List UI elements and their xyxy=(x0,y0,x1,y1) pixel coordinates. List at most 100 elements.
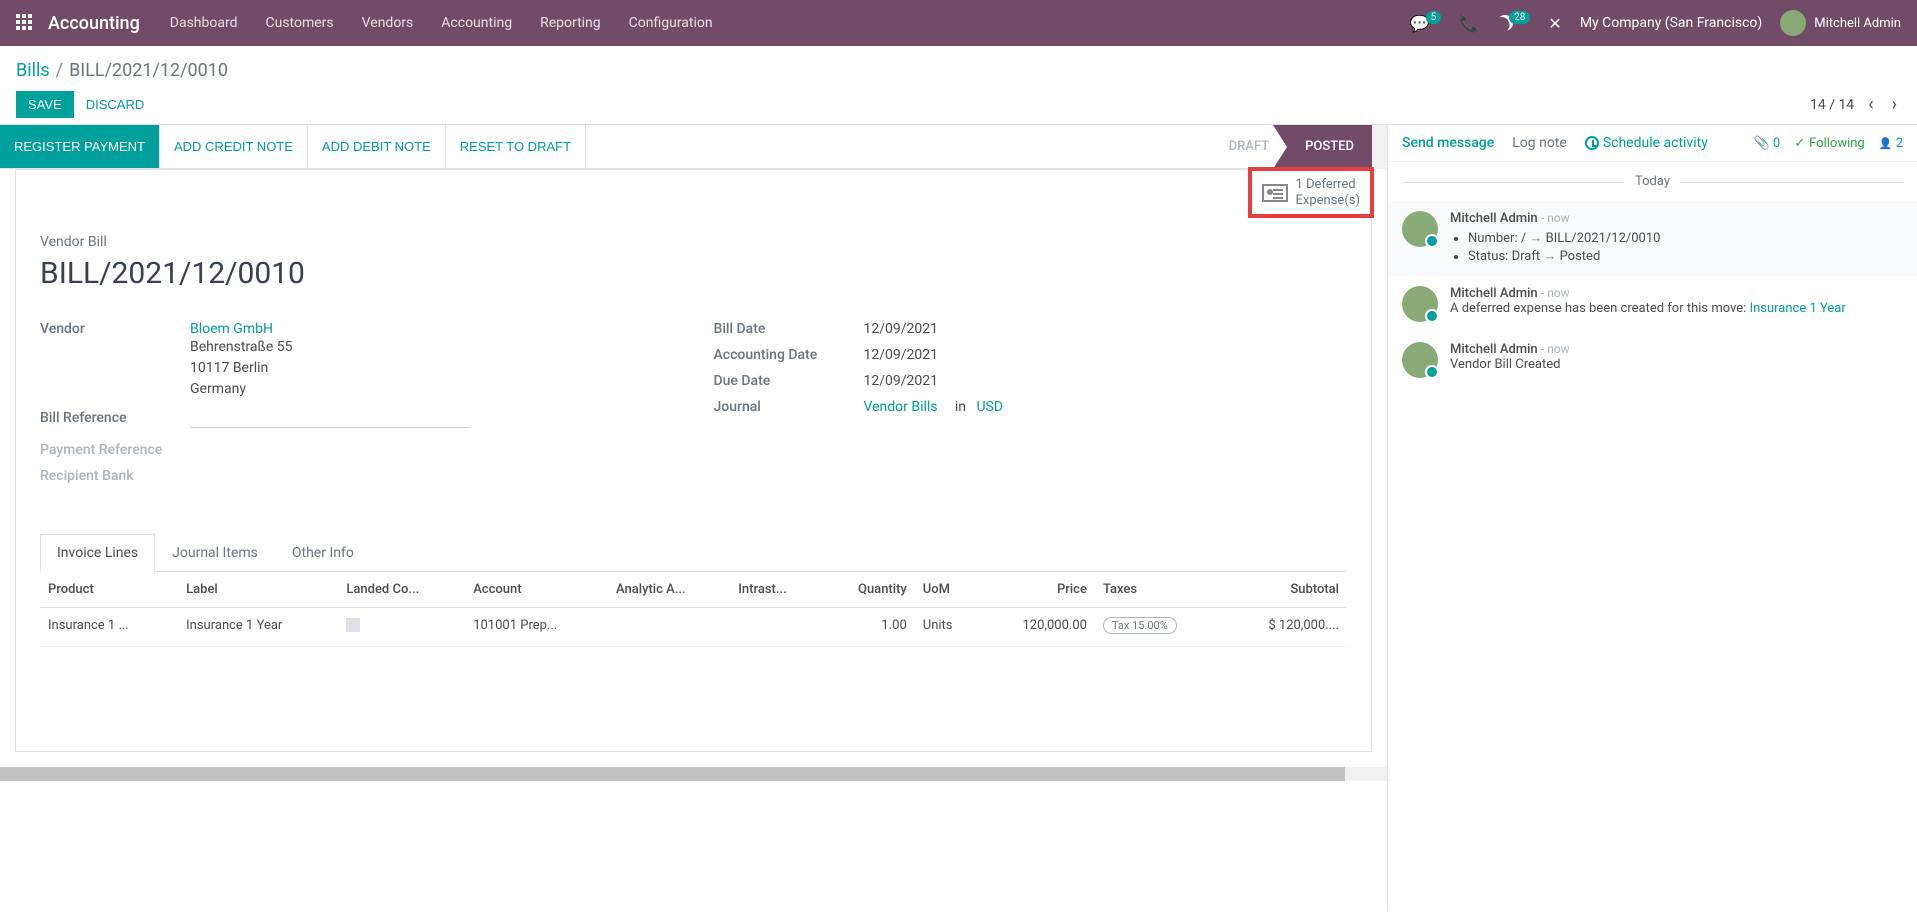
avatar xyxy=(1402,286,1438,322)
message-author[interactable]: Mitchell Admin xyxy=(1450,211,1538,226)
chatter: Send message Log note Schedule activity … xyxy=(1387,125,1917,911)
followers-button[interactable]: 2 xyxy=(1879,136,1903,151)
th-account[interactable]: Account xyxy=(465,572,608,608)
cell-intrastat[interactable] xyxy=(730,608,822,647)
tabs: Invoice Lines Journal Items Other Info xyxy=(40,534,1347,572)
vendor-link[interactable]: Bloem GmbH xyxy=(190,321,674,337)
message: Mitchell Admin - now Vendor Bill Created xyxy=(1388,332,1917,388)
nav-vendors[interactable]: Vendors xyxy=(362,15,414,31)
cell-analytic[interactable] xyxy=(608,608,730,647)
send-message-button[interactable]: Send message xyxy=(1402,135,1494,151)
breadcrumb: Bills / BILL/2021/12/0010 xyxy=(16,60,1901,81)
attachments-button[interactable]: 📎 0 xyxy=(1753,136,1780,151)
add-credit-note-button[interactable]: ADD CREDIT NOTE xyxy=(160,125,308,168)
th-price[interactable]: Price xyxy=(980,572,1095,608)
card-icon xyxy=(1262,184,1288,202)
nav-reporting[interactable]: Reporting xyxy=(540,15,601,31)
th-product[interactable]: Product xyxy=(40,572,178,608)
table-row[interactable]: Insurance 1 ... Insurance 1 Year 101001 … xyxy=(40,608,1347,647)
th-subtotal[interactable]: Subtotal xyxy=(1223,572,1347,608)
cell-subtotal[interactable]: $ 120,000.... xyxy=(1223,608,1347,647)
tab-journal-items[interactable]: Journal Items xyxy=(155,534,275,572)
schedule-activity-button[interactable]: Schedule activity xyxy=(1585,135,1708,151)
nav-accounting[interactable]: Accounting xyxy=(441,15,512,31)
reset-to-draft-button[interactable]: RESET TO DRAFT xyxy=(446,125,586,168)
bill-date-value[interactable]: 12/09/2021 xyxy=(864,321,1348,337)
cell-product[interactable]: Insurance 1 ... xyxy=(40,608,178,647)
message-time: - now xyxy=(1541,342,1570,356)
due-date-label: Due Date xyxy=(714,373,864,389)
messages-icon[interactable]: 💬5 xyxy=(1410,14,1442,33)
add-debit-note-button[interactable]: ADD DEBIT NOTE xyxy=(308,125,446,168)
company-switcher[interactable]: My Company (San Francisco) xyxy=(1580,15,1762,31)
tab-invoice-lines[interactable]: Invoice Lines xyxy=(40,534,155,572)
avatar xyxy=(1402,211,1438,247)
th-label[interactable]: Label xyxy=(178,572,338,608)
payment-reference-label: Payment Reference xyxy=(40,442,190,458)
close-icon[interactable]: ✕ xyxy=(1548,14,1561,33)
accounting-date-value[interactable]: 12/09/2021 xyxy=(864,347,1348,363)
th-intrastat[interactable]: Intrast... xyxy=(730,572,822,608)
avatar xyxy=(1780,10,1806,36)
log-note-button[interactable]: Log note xyxy=(1512,135,1567,151)
tab-other-info[interactable]: Other Info xyxy=(275,534,371,572)
pager-next-icon[interactable]: › xyxy=(1888,94,1901,115)
nav-brand[interactable]: Accounting xyxy=(48,13,140,34)
currency-link[interactable]: USD xyxy=(976,399,1003,415)
nav-menu: Dashboard Customers Vendors Accounting R… xyxy=(170,15,713,31)
save-button[interactable]: SAVE xyxy=(16,91,74,118)
tax-chip[interactable]: Tax 15.00% xyxy=(1103,617,1177,634)
following-button[interactable]: Following xyxy=(1794,136,1865,151)
stat-line2: Expense(s) xyxy=(1296,193,1361,209)
pager-prev-icon[interactable]: ‹ xyxy=(1864,94,1877,115)
cell-price[interactable]: 120,000.00 xyxy=(980,608,1095,647)
message-author[interactable]: Mitchell Admin xyxy=(1450,342,1538,357)
activities-icon[interactable]: 28 xyxy=(1497,15,1530,31)
apps-icon[interactable] xyxy=(16,14,34,32)
phone-icon[interactable]: 📞 xyxy=(1459,14,1479,33)
user-menu[interactable]: Mitchell Admin xyxy=(1780,10,1901,36)
register-payment-button[interactable]: REGISTER PAYMENT xyxy=(0,125,160,168)
th-analytic[interactable]: Analytic A... xyxy=(608,572,730,608)
breadcrumb-root[interactable]: Bills xyxy=(16,60,50,81)
nav-right: 💬5 📞 28 ✕ My Company (San Francisco) Mit… xyxy=(1410,10,1901,36)
th-quantity[interactable]: Quantity xyxy=(822,572,915,608)
cell-taxes[interactable]: Tax 15.00% xyxy=(1095,608,1223,647)
bill-date-label: Bill Date xyxy=(714,321,864,337)
invoice-lines-table: Product Label Landed Co... Account Analy… xyxy=(40,572,1347,647)
cell-account[interactable]: 101001 Prep... xyxy=(465,608,608,647)
journal-link[interactable]: Vendor Bills xyxy=(864,399,938,415)
th-landed[interactable]: Landed Co... xyxy=(338,572,465,608)
vendor-addr3: Germany xyxy=(190,379,674,400)
clock-icon xyxy=(1585,136,1599,150)
due-date-value[interactable]: 12/09/2021 xyxy=(864,373,1348,389)
control-panel: Bills / BILL/2021/12/0010 SAVE DISCARD 1… xyxy=(0,46,1917,125)
pager-text[interactable]: 14 / 14 xyxy=(1810,97,1854,113)
deferred-expense-link[interactable]: Insurance 1 Year xyxy=(1750,301,1846,316)
message-time: - now xyxy=(1541,286,1570,300)
nav-customers[interactable]: Customers xyxy=(266,15,334,31)
bill-reference-label: Bill Reference xyxy=(40,410,190,432)
landed-checkbox[interactable] xyxy=(346,618,360,632)
horizontal-scrollbar[interactable] xyxy=(0,767,1387,781)
bill-reference-input[interactable] xyxy=(190,410,470,428)
cell-label[interactable]: Insurance 1 Year xyxy=(178,608,338,647)
deferred-expense-stat-button[interactable]: 1 Deferred Expense(s) xyxy=(1248,167,1375,218)
nav-configuration[interactable]: Configuration xyxy=(629,15,713,31)
scrollbar[interactable] xyxy=(1372,125,1387,169)
cell-landed[interactable] xyxy=(338,608,465,647)
th-taxes[interactable]: Taxes xyxy=(1095,572,1223,608)
status-posted[interactable]: POSTED xyxy=(1287,125,1372,168)
form-area: REGISTER PAYMENT ADD CREDIT NOTE ADD DEB… xyxy=(0,125,1387,911)
cell-qty[interactable]: 1.00 xyxy=(822,608,915,647)
avatar xyxy=(1402,342,1438,378)
cell-uom[interactable]: Units xyxy=(915,608,980,647)
nav-dashboard[interactable]: Dashboard xyxy=(170,15,238,31)
th-uom[interactable]: UoM xyxy=(915,572,980,608)
discard-button[interactable]: DISCARD xyxy=(74,91,157,118)
chatter-topbar: Send message Log note Schedule activity … xyxy=(1388,125,1917,162)
vendor-addr1: Behrenstraße 55 xyxy=(190,337,674,358)
message-author[interactable]: Mitchell Admin xyxy=(1450,286,1538,301)
journal-in: in xyxy=(955,399,966,415)
vendor-label: Vendor xyxy=(40,321,190,400)
